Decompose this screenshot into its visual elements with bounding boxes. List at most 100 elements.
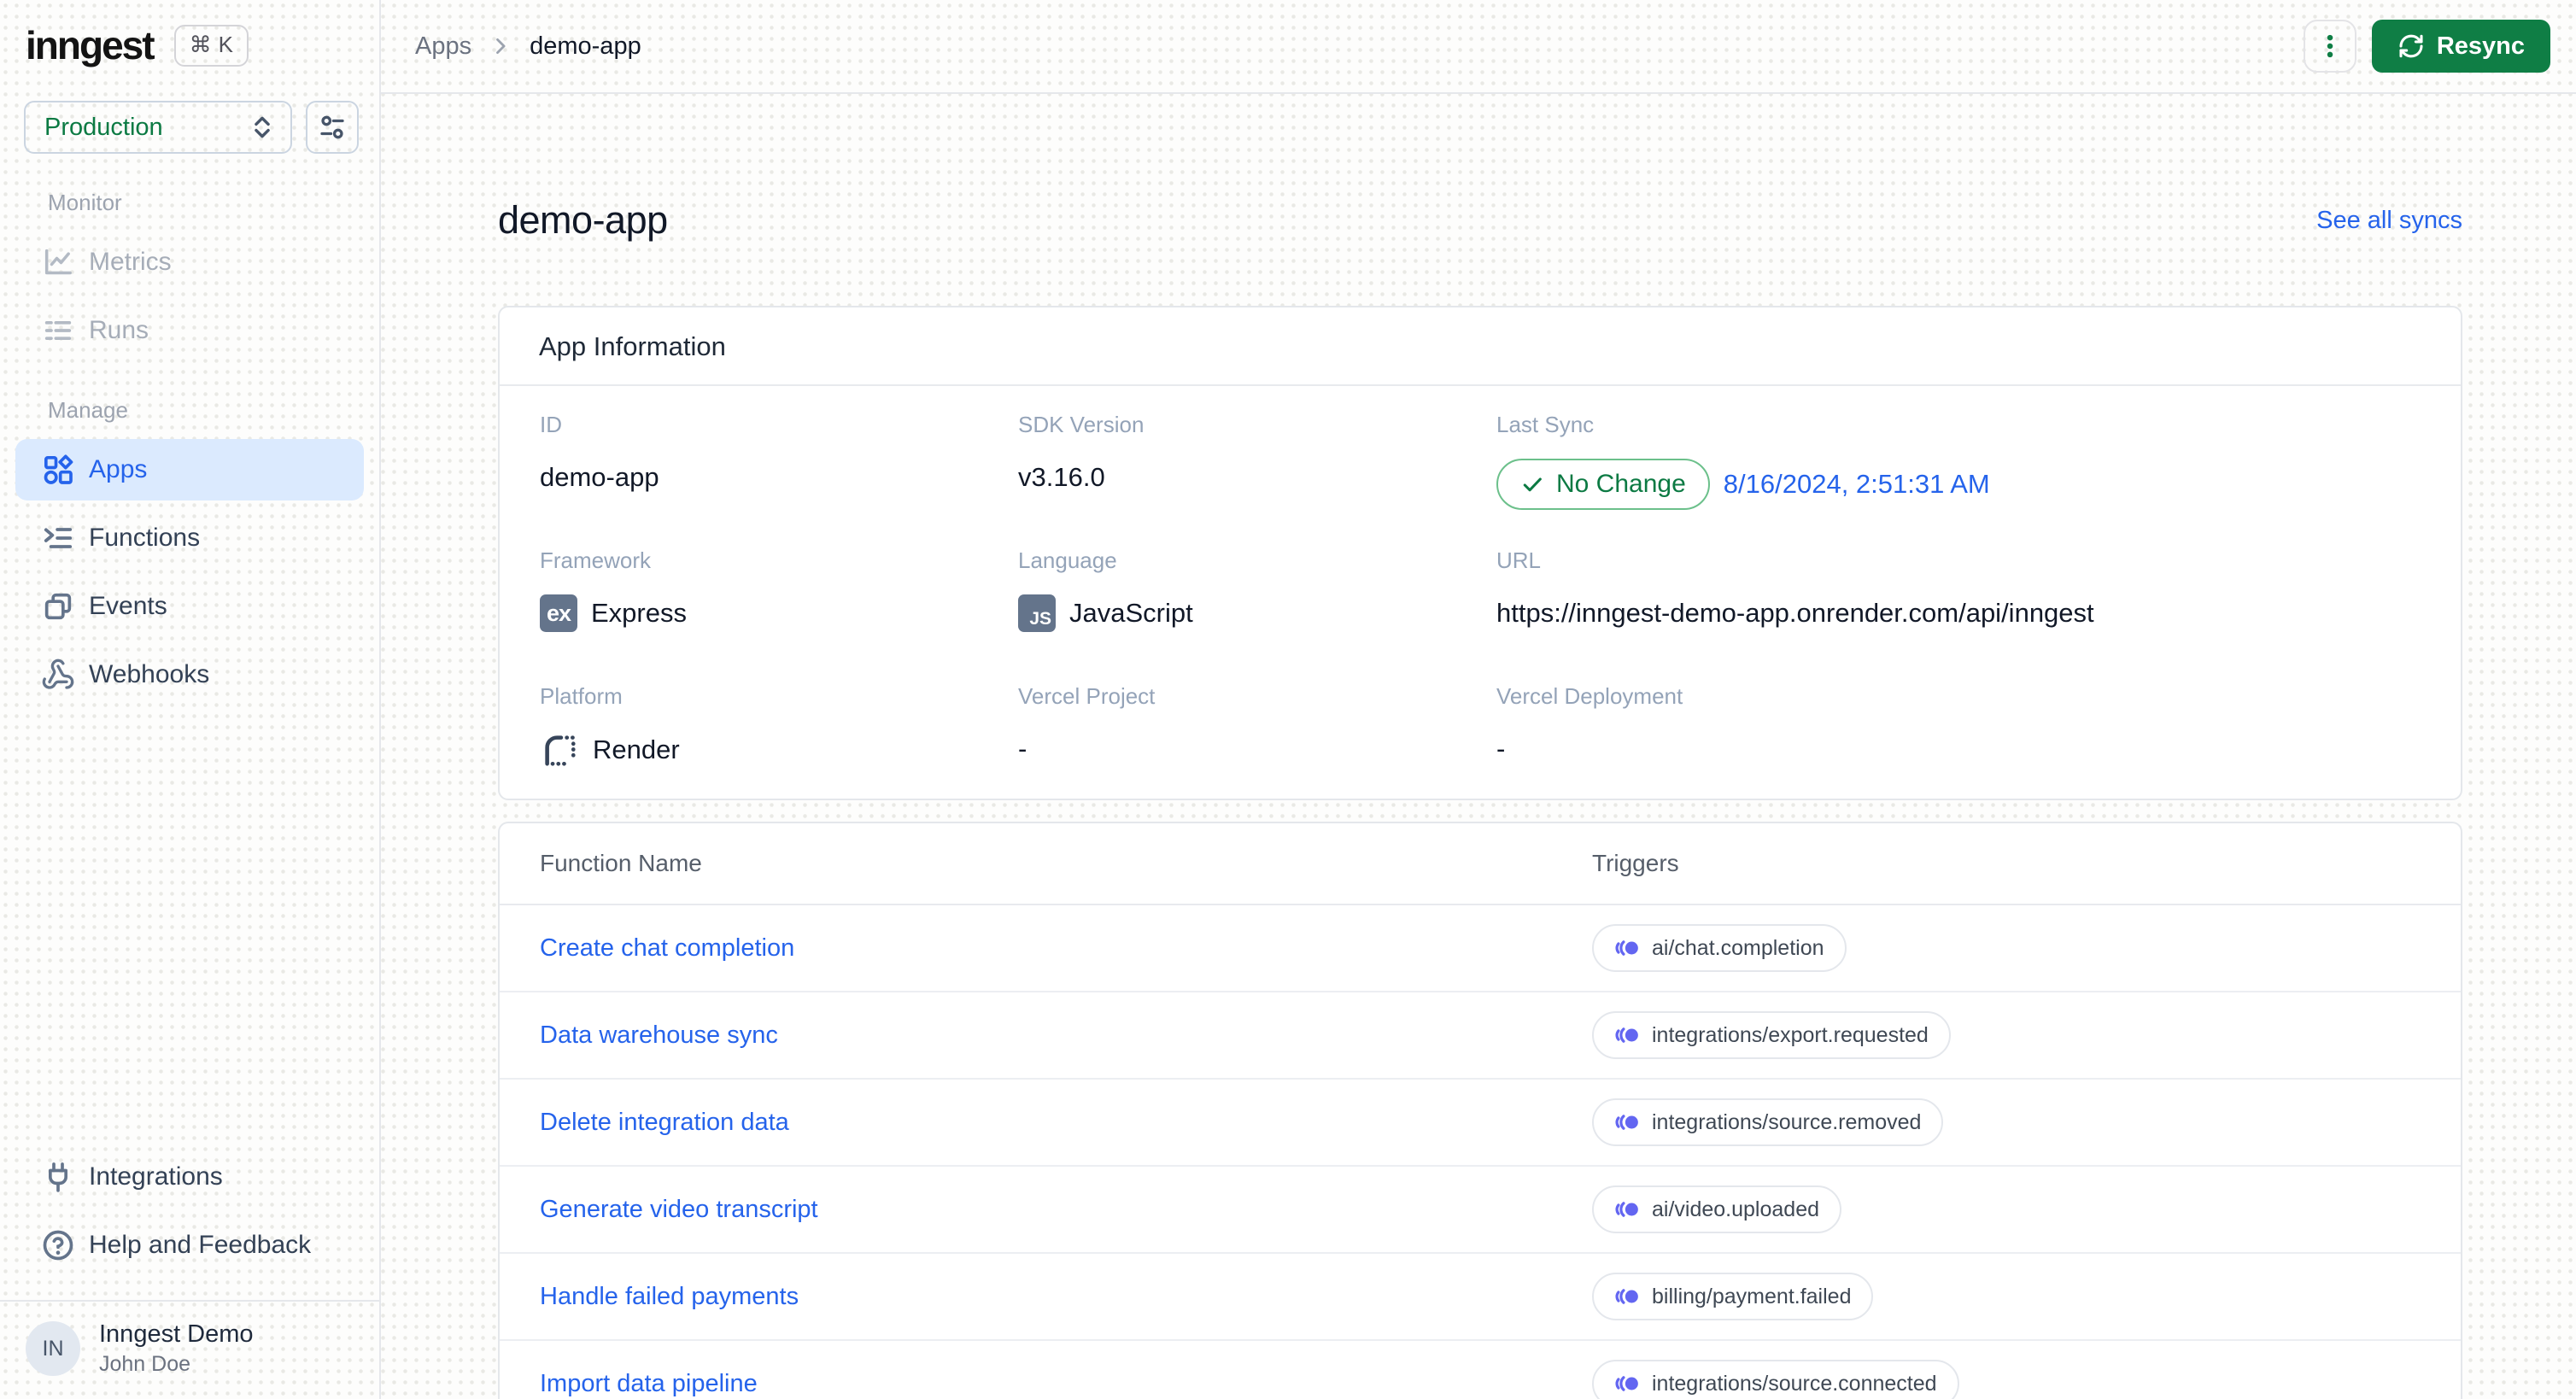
sidebar-item-integrations[interactable]: Integrations — [15, 1146, 364, 1208]
event-trigger-icon — [1615, 1114, 1640, 1131]
refresh-icon — [2399, 34, 2423, 58]
functions-table-header: Function Name Triggers — [500, 823, 2461, 905]
field-platform: Platform Render — [540, 658, 1018, 793]
card-title: App Information — [500, 307, 2461, 386]
field-vercel-deployment: Vercel Deployment - — [1496, 683, 1683, 764]
sidebar-item-apps[interactable]: Apps — [15, 439, 364, 500]
chevron-up-down-icon — [255, 116, 270, 138]
kebab-menu-icon — [2327, 34, 2333, 58]
sidebar-item-label: Apps — [89, 455, 148, 483]
app-info-fields: ID demo-app SDK Version v3.16.0 Last Syn… — [500, 386, 2461, 799]
environment-select[interactable]: Production — [24, 101, 292, 154]
field-url: URL https://inngest-demo-app.onrender.co… — [1496, 547, 2094, 628]
apps-icon — [44, 454, 73, 484]
event-trigger-icon — [1615, 1375, 1640, 1392]
function-link[interactable]: Handle failed payments — [500, 1283, 1592, 1311]
table-row: Import data pipeline integrations/source… — [500, 1341, 2461, 1399]
function-link[interactable]: Delete integration data — [500, 1109, 1592, 1137]
see-all-syncs-link[interactable]: See all syncs — [2316, 207, 2462, 235]
field-framework: Framework ex Express — [540, 522, 1018, 658]
field-id: ID demo-app — [540, 412, 659, 492]
page-title: demo-app — [498, 198, 668, 242]
function-link[interactable]: Create chat completion — [500, 934, 1592, 963]
trigger-pill: ai/chat.completion — [1592, 924, 1847, 972]
trigger-pill: integrations/export.requested — [1592, 1011, 1951, 1059]
breadcrumb-current: demo-app — [530, 32, 641, 60]
section-label-manage: Manage — [48, 397, 128, 423]
chevron-right-icon — [496, 38, 506, 54]
topbar: Apps demo-app Resync — [381, 0, 2576, 94]
field-vercel-project: Vercel Project - — [1018, 683, 1156, 764]
runs-icon — [44, 321, 72, 340]
check-icon — [1523, 477, 1542, 492]
main-column: Apps demo-app Resync demo-app See all sy… — [381, 0, 2576, 1399]
event-trigger-icon — [1615, 1288, 1640, 1305]
trigger-pill: billing/payment.failed — [1592, 1273, 1874, 1320]
user-account-name: Inngest Demo — [99, 1320, 254, 1348]
sidebar-item-label: Integrations — [89, 1162, 223, 1191]
table-row: Generate video transcript ai/video.uploa… — [500, 1167, 2461, 1254]
sidebar-item-functions[interactable]: Functions — [15, 507, 364, 569]
column-triggers: Triggers — [1592, 850, 1679, 876]
sidebar-item-label: Runs — [89, 316, 149, 344]
sidebar-nav: Monitor Metrics Runs Manage Apps Functio… — [0, 154, 379, 712]
no-change-badge: No Change — [1496, 459, 1710, 510]
sidebar: inngest ⌘ K Production Monitor Metrics R… — [0, 0, 381, 1399]
events-icon — [44, 593, 72, 620]
event-trigger-icon — [1615, 1201, 1640, 1218]
avatar: IN — [26, 1321, 80, 1376]
metrics-icon — [44, 249, 72, 275]
user-name: John Doe — [99, 1352, 191, 1376]
command-k-shortcut[interactable]: ⌘ K — [173, 24, 249, 67]
sidebar-item-runs[interactable]: Runs — [15, 300, 364, 361]
trigger-pill: integrations/source.removed — [1592, 1098, 1944, 1146]
page-content: demo-app See all syncs App Information I… — [381, 94, 2576, 1399]
field-sdk-version: SDK Version v3.16.0 — [1018, 412, 1145, 492]
function-link[interactable]: Data warehouse sync — [500, 1021, 1592, 1050]
app-information-card: App Information ID demo-app SDK Version … — [498, 306, 2462, 800]
more-options-button[interactable] — [2303, 20, 2356, 73]
field-last-sync: Last Sync No Change 8/16/2024, 2:51:31 A… — [1496, 386, 2421, 522]
section-label-monitor: Monitor — [48, 190, 122, 215]
render-icon — [540, 730, 579, 770]
command-icon: ⌘ — [189, 31, 212, 57]
function-link[interactable]: Import data pipeline — [500, 1370, 1592, 1398]
express-icon: ex — [540, 594, 577, 632]
shortcut-key-label: K — [218, 31, 233, 57]
table-row: Delete integration data integrations/sou… — [500, 1080, 2461, 1167]
user-menu[interactable]: IN Inngest Demo John Doe — [0, 1302, 379, 1399]
sidebar-item-label: Help and Feedback — [89, 1231, 312, 1259]
environment-value: Production — [44, 113, 163, 141]
field-language: Language JS JavaScript — [1018, 522, 1496, 658]
event-trigger-icon — [1615, 939, 1640, 957]
trigger-pill: integrations/source.connected — [1592, 1360, 1959, 1399]
function-link[interactable]: Generate video transcript — [500, 1196, 1592, 1224]
sidebar-item-label: Functions — [89, 524, 201, 552]
resync-button[interactable]: Resync — [2371, 20, 2550, 73]
sidebar-item-label: Events — [89, 592, 167, 620]
sidebar-item-label: Metrics — [89, 248, 172, 276]
table-row: Handle failed payments billing/payment.f… — [500, 1254, 2461, 1341]
environment-row: Production — [0, 68, 379, 154]
inngest-logo: inngest — [26, 23, 155, 67]
last-sync-link[interactable]: 8/16/2024, 2:51:31 AM — [1724, 469, 1990, 500]
trigger-pill: ai/video.uploaded — [1592, 1185, 1841, 1233]
app-root: inngest ⌘ K Production Monitor Metrics R… — [0, 0, 2576, 1399]
logo-row: inngest ⌘ K — [0, 0, 379, 68]
sidebar-item-events[interactable]: Events — [15, 576, 364, 637]
javascript-icon: JS — [1018, 594, 1056, 632]
help-circle-icon — [43, 1230, 73, 1261]
environment-settings-button[interactable] — [306, 101, 359, 154]
sidebar-item-help-feedback[interactable]: Help and Feedback — [15, 1215, 364, 1276]
table-row: Data warehouse sync integrations/export.… — [500, 992, 2461, 1080]
sliders-icon — [320, 115, 344, 139]
sidebar-item-webhooks[interactable]: Webhooks — [15, 644, 364, 705]
event-trigger-icon — [1615, 1027, 1640, 1044]
topbar-actions: Resync — [2303, 20, 2550, 73]
page-head: demo-app See all syncs — [498, 198, 2462, 243]
breadcrumb: Apps demo-app — [415, 32, 641, 61]
functions-icon — [44, 528, 73, 548]
sidebar-item-metrics[interactable]: Metrics — [15, 231, 364, 293]
webhooks-icon — [42, 659, 74, 689]
breadcrumb-apps[interactable]: Apps — [415, 32, 471, 61]
